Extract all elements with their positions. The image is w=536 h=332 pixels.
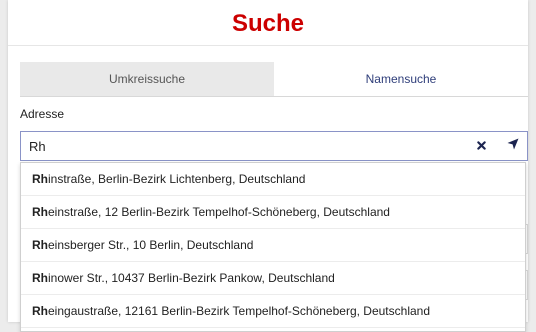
locate-button[interactable] <box>501 132 525 160</box>
divider <box>8 45 528 46</box>
suggestion-text: inower Str., 10437 Berlin-Bezirk Pankow,… <box>48 271 335 285</box>
suggestion-match: Rh <box>32 238 48 252</box>
address-input[interactable] <box>21 132 461 160</box>
suggestion-match: Rh <box>32 205 48 219</box>
location-arrow-icon <box>507 137 519 155</box>
suggestion-item[interactable]: Rh einstraße, 12 Berlin-Bezirk Tempelhof-… <box>21 196 525 229</box>
suggestion-item[interactable]: Rh instraße, Berlin-Bezirk Lichtenberg, D… <box>21 163 525 196</box>
suggestion-match: Rh <box>32 172 48 186</box>
suggestion-text: instraße, Berlin-Bezirk Lichtenberg, Deu… <box>48 172 306 186</box>
suggestion-item[interactable]: Rh einsberger Str., 10 Berlin, Deutschlan… <box>21 229 525 262</box>
suggestion-item[interactable]: Rh eingaustraße, 12161 Berlin-Bezirk Temp… <box>21 295 525 328</box>
search-tabs: Umkreissuche Namensuche <box>20 62 528 97</box>
tab-namensuche[interactable]: Namensuche <box>274 62 528 96</box>
suggestion-item[interactable]: Rh inower Str., 10437 Berlin-Bezirk Panko… <box>21 262 525 295</box>
page-title: Suche <box>231 10 305 37</box>
address-label: Adresse <box>20 107 65 121</box>
suggestion-text: eingaustraße, 12161 Berlin-Bezirk Tempel… <box>48 304 431 318</box>
clear-button[interactable] <box>470 132 492 160</box>
close-icon <box>476 137 486 155</box>
address-suggestions: Rh instraße, Berlin-Bezirk Lichtenberg, D… <box>20 162 526 332</box>
suggestion-text: einsberger Str., 10 Berlin, Deutschland <box>48 238 254 252</box>
address-field <box>20 131 528 161</box>
suggestion-text: einstraße, 12 Berlin-Bezirk Tempelhof-Sc… <box>48 205 390 219</box>
suggestion-match: Rh <box>32 271 48 285</box>
tab-umkreissuche[interactable]: Umkreissuche <box>20 62 274 96</box>
suggestion-match: Rh <box>32 304 48 318</box>
